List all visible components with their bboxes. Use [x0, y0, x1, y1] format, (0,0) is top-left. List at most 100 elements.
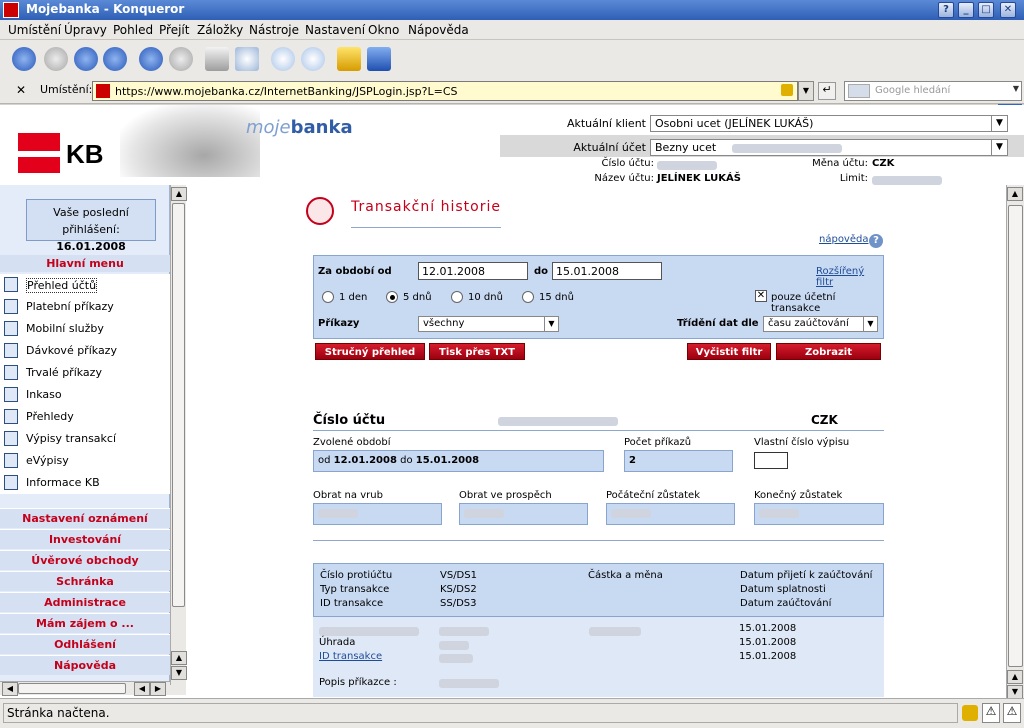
menu-tools[interactable]: Nástroje	[249, 23, 299, 37]
sidebar-hscroll-thumb[interactable]	[18, 683, 126, 694]
menu-bookmarks[interactable]: Záložky	[197, 23, 243, 37]
back-icon[interactable]	[12, 47, 36, 71]
scroll-up-icon[interactable]: ▲	[171, 651, 187, 665]
menu-interest[interactable]: Mám zájem o ...	[0, 613, 170, 633]
brief-overview-button[interactable]: Stručný přehled	[315, 343, 425, 360]
menu-investing[interactable]: Investování	[0, 529, 170, 549]
own-statement-input[interactable]	[754, 452, 788, 469]
download-icon[interactable]	[367, 47, 391, 71]
forward-icon[interactable]	[44, 47, 68, 71]
client-select[interactable]: Osobni ucet (JELÍNEK LUKÁŠ) ▼	[650, 115, 1008, 132]
page-vscroll-thumb[interactable]	[1008, 205, 1023, 667]
menu-credit[interactable]: Úvěrové obchody	[0, 550, 170, 570]
date-to-input[interactable]: 15.01.2008	[552, 262, 662, 280]
menu-window[interactable]: Okno	[368, 23, 399, 37]
zoom-in-icon[interactable]	[271, 47, 295, 71]
sidebar-item-standing[interactable]: Trvalé příkazy	[0, 362, 170, 384]
scroll-down-icon[interactable]: ▼	[171, 666, 187, 680]
scroll-up-icon[interactable]: ▲	[1007, 187, 1023, 201]
computer-mouse-image	[120, 105, 260, 177]
ssl-status-lock-icon[interactable]	[962, 705, 978, 721]
menu-location[interactable]: Umístění	[8, 23, 61, 37]
sidebar-hscrollbar[interactable]: ◀ ◀ ▶	[0, 681, 186, 696]
sidebar-item-overviews[interactable]: Přehledy	[0, 406, 170, 428]
scroll-up-icon[interactable]: ▲	[1007, 670, 1023, 684]
security-lock-icon[interactable]	[337, 47, 361, 71]
accounting-only-checkbox[interactable]: ✕	[755, 290, 767, 302]
minimize-button[interactable]: _	[958, 2, 974, 18]
clear-location-icon[interactable]: ✕	[16, 83, 26, 97]
up-icon[interactable]	[74, 47, 98, 71]
maximize-button[interactable]: □	[978, 2, 994, 18]
row-id-link[interactable]: ID transakce	[319, 651, 382, 662]
menu-admin[interactable]: Administrace	[0, 592, 170, 612]
scroll-right-icon[interactable]: ▶	[150, 682, 166, 696]
radio-5-days-label: 5 dnů	[403, 292, 432, 303]
search-input[interactable]: Google hledání ▼	[844, 81, 1022, 101]
statement-icon	[4, 431, 18, 446]
clear-filter-button[interactable]: Vyčistit filtr	[687, 343, 771, 360]
menu-notifications[interactable]: Nastavení oznámení	[0, 508, 170, 528]
sort-label: Třídění dat dle	[677, 318, 759, 329]
divider	[313, 540, 884, 541]
scroll-left-icon[interactable]: ◀	[134, 682, 150, 696]
js-status-icon[interactable]: ⚠	[982, 703, 1000, 723]
help-question-icon[interactable]: ?	[869, 234, 883, 248]
menu-logout[interactable]: Odhlášení	[0, 634, 170, 654]
search-engine-icon[interactable]	[848, 84, 870, 98]
menu-help-section[interactable]: Nápověda	[0, 655, 170, 675]
sidebar-vscrollbar[interactable]: ▲ ▲ ▼	[170, 185, 187, 685]
menu-inbox[interactable]: Schránka	[0, 571, 170, 591]
sidebar-item-statements[interactable]: Výpisy transakcí	[0, 428, 170, 450]
sidebar-vscroll-thumb[interactable]	[172, 203, 185, 607]
extended-filter-link[interactable]: Rozšířený filtr	[816, 266, 883, 288]
print-icon[interactable]	[205, 47, 229, 71]
radio-10-days[interactable]	[451, 291, 463, 303]
go-button[interactable]: ↵	[818, 82, 836, 100]
menu-help[interactable]: Nápověda	[408, 23, 469, 37]
ssl-lock-icon[interactable]	[781, 84, 793, 96]
sort-select[interactable]: času zaúčtování ▼	[763, 316, 878, 332]
home-icon[interactable]	[103, 47, 127, 71]
credit-turnover-label: Obrat ve prospěch	[459, 490, 552, 501]
sidebar-item-accounts[interactable]: Přehled účtů	[0, 274, 170, 296]
scroll-down-icon[interactable]: ▼	[1007, 685, 1023, 698]
print-preview-icon[interactable]	[235, 47, 259, 71]
debit-turnover-label: Obrat na vrub	[313, 490, 383, 501]
reload-icon[interactable]	[139, 47, 163, 71]
show-button[interactable]: Zobrazit	[776, 343, 881, 360]
menu-view[interactable]: Pohled	[113, 23, 153, 37]
sidebar-item-mobile[interactable]: Mobilní služby	[0, 318, 170, 340]
help-window-button[interactable]: ?	[938, 2, 954, 18]
sidebar-item-info[interactable]: Informace KB	[0, 472, 170, 494]
close-window-button[interactable]: ✕	[1000, 2, 1016, 18]
sidebar-item-payments[interactable]: Platební příkazy	[0, 296, 170, 318]
plugin-status-icon[interactable]: ⚠	[1003, 703, 1021, 723]
radio-15-days[interactable]	[522, 291, 534, 303]
search-dropdown-icon[interactable]: ▼	[1013, 84, 1019, 93]
last-login-label: Vaše poslední přihlášení:	[53, 206, 129, 236]
scroll-up-icon[interactable]: ▲	[171, 187, 187, 201]
radio-1-day[interactable]	[322, 291, 334, 303]
page-vscrollbar[interactable]: ▲ ▲ ▼	[1006, 185, 1024, 698]
orders-select[interactable]: všechny ▼	[418, 316, 559, 332]
sidebar-item-estatements[interactable]: eVýpisy	[0, 450, 170, 472]
sidebar-item-direct-debit[interactable]: Inkaso	[0, 384, 170, 406]
radio-5-days[interactable]	[386, 291, 398, 303]
account-select[interactable]: Bezny ucet ▼	[650, 139, 1008, 156]
sidebar-item-batch[interactable]: Dávkové příkazy	[0, 340, 170, 362]
account-label: Aktuální účet	[573, 141, 646, 154]
help-link[interactable]: nápověda	[819, 234, 868, 245]
scroll-left-icon[interactable]: ◀	[2, 682, 18, 696]
menu-settings[interactable]: Nastavení	[305, 23, 365, 37]
menu-go[interactable]: Přejít	[159, 23, 189, 37]
konqueror-app-icon[interactable]	[3, 2, 19, 18]
print-txt-button[interactable]: Tisk přes TXT	[429, 343, 525, 360]
table-row[interactable]: Úhrada ID transakce 15.01.2008 15.01.200…	[313, 617, 884, 697]
url-history-dropdown[interactable]: ▼	[798, 81, 814, 101]
menu-edit[interactable]: Úpravy	[64, 23, 107, 37]
stop-icon[interactable]	[169, 47, 193, 71]
date-from-input[interactable]: 12.01.2008	[418, 262, 528, 280]
url-input[interactable]: https://www.mojebanka.cz/InternetBanking…	[92, 81, 798, 101]
zoom-out-icon[interactable]	[301, 47, 325, 71]
